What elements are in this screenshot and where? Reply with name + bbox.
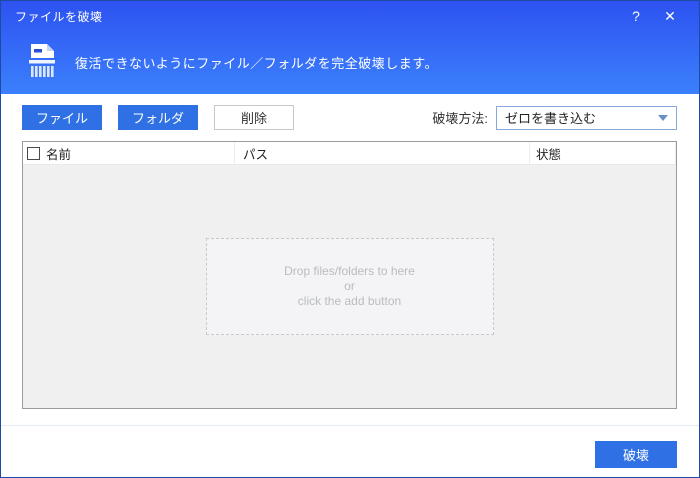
- table-body: Drop files/folders to here or click the …: [23, 165, 676, 408]
- footer: 破壊: [1, 425, 699, 477]
- help-button[interactable]: ?: [619, 1, 653, 31]
- delete-button[interactable]: 削除: [214, 105, 294, 130]
- dropzone[interactable]: Drop files/folders to here or click the …: [205, 238, 494, 335]
- dropzone-line-1: Drop files/folders to here: [284, 264, 415, 278]
- dropzone-line-2: or: [344, 279, 355, 293]
- column-header-name[interactable]: 名前: [23, 142, 235, 164]
- method-label: 破壊方法:: [432, 111, 488, 126]
- column-header-path[interactable]: パス: [235, 142, 530, 164]
- column-label-status: 状態: [536, 147, 562, 162]
- column-label-name: 名前: [46, 147, 72, 162]
- add-folder-button[interactable]: フォルダ: [118, 105, 198, 130]
- add-file-button[interactable]: ファイル: [22, 105, 102, 130]
- column-header-status[interactable]: 状態: [530, 142, 676, 164]
- window-title: ファイルを破壊: [15, 9, 103, 24]
- method-dropdown-value: ゼロを書き込む: [505, 111, 597, 126]
- column-label-path: パス: [243, 147, 269, 162]
- header-banner: 復活できないようにファイル／フォルダを完全破壊します。: [1, 31, 699, 94]
- window-header: ファイルを破壊 ? ✕ 復活できないようにファイル／フォルダを完全破壊します。: [1, 1, 699, 94]
- titlebar-buttons: ? ✕: [619, 1, 699, 31]
- destroy-button[interactable]: 破壊: [595, 441, 677, 468]
- dropzone-line-3: click the add button: [297, 294, 402, 308]
- titlebar[interactable]: ファイルを破壊 ? ✕: [1, 1, 699, 31]
- table-header: 名前 パス 状態: [23, 142, 676, 165]
- file-table: 名前 パス 状態 Drop files/folders to here or c…: [22, 141, 677, 409]
- toolbar: ファイル フォルダ 削除 破壊方法: ゼロを書き込む: [1, 94, 699, 141]
- bottom-gap: [1, 409, 699, 425]
- header-description: 復活できないようにファイル／フォルダを完全破壊します。: [75, 56, 438, 71]
- close-button[interactable]: ✕: [653, 1, 687, 31]
- method-dropdown[interactable]: ゼロを書き込む: [496, 105, 677, 130]
- chevron-down-icon: [658, 114, 668, 121]
- select-all-checkbox[interactable]: [27, 146, 40, 160]
- shredder-icon: [23, 43, 59, 83]
